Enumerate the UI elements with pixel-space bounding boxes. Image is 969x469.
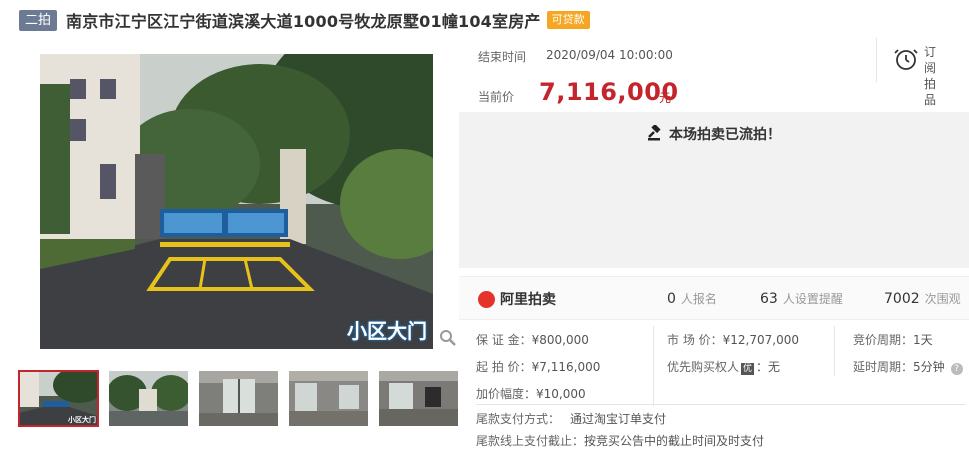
signups-count: 0 <box>667 291 676 307</box>
gate-photo-illustration <box>40 54 433 349</box>
thumbnail-3[interactable] <box>199 371 278 426</box>
start-price-value: ¥7,116,000 <box>531 360 601 374</box>
auction-status: 本场拍卖已流拍！ <box>459 124 969 144</box>
loan-available-badge: 可贷款 <box>546 11 590 29</box>
market-price-value: ¥12,707,000 <box>722 333 799 347</box>
subscribe-button[interactable]: 订阅 拍品 <box>876 38 946 107</box>
delay-cycle-row: 延时周期：5分钟? <box>853 358 963 375</box>
deposit-label: 保 证 金： <box>476 333 532 347</box>
payment-deadline-value: 按竞买公告中的截止时间及时支付 <box>584 434 765 448</box>
gavel-icon <box>648 125 661 141</box>
auction-status-panel: 本场拍卖已流拍！ <box>459 112 969 268</box>
auction-status-text: 本场拍卖已流拍！ <box>669 127 781 143</box>
main-photo[interactable]: 小区大门 <box>40 54 433 349</box>
deposit-value: ¥800,000 <box>531 333 589 347</box>
payment-method-value: 通过淘宝订单支付 <box>570 412 667 426</box>
delay-cycle-label: 延时周期： <box>853 360 914 374</box>
subscribe-label: 订阅 拍品 <box>924 44 946 108</box>
bid-cycle-label: 竞价周期： <box>853 333 914 347</box>
priority-buyer-label: 优先购买权人 <box>667 360 740 374</box>
end-time-value: 2020/09/04 10:00:00 <box>546 48 673 62</box>
reminders-label: 人设置提醒 <box>782 292 843 306</box>
payment-method-label: 尾款支付方式： <box>476 412 561 426</box>
page-title: 南京市江宁区江宁街道滨溪大道1000号牧龙原墅01幢104室房产 <box>66 12 541 31</box>
reminders-stat: 63 人设置提醒 <box>760 290 843 307</box>
signups-label: 人报名 <box>680 292 717 306</box>
bid-cycle-value: 1天 <box>913 333 933 347</box>
deposit-row: 保 证 金：¥800,000 <box>476 331 589 348</box>
column-divider <box>653 326 654 406</box>
views-count: 7002 <box>884 291 920 307</box>
priority-badge: 优 <box>741 363 755 375</box>
priority-buyer-row: 优先购买权人优：无 <box>667 358 780 375</box>
photo-caption: 小区大门 <box>347 319 427 343</box>
ali-auction-logo: 阿里拍卖 <box>478 289 556 309</box>
delay-cycle-value: 5分钟 <box>913 360 945 374</box>
title-row: 二拍 南京市江宁区江宁街道滨溪大道1000号牧龙原墅01幢104室房产 可贷款 <box>19 9 590 31</box>
payment-deadline-row: 尾款线上支付截止：按竞买公告中的截止时间及时支付 <box>476 432 764 449</box>
end-time-label: 结束时间 <box>478 50 527 64</box>
start-price-row: 起 拍 价：¥7,116,000 <box>476 358 600 375</box>
ali-logo-icon <box>478 290 495 308</box>
market-price-row: 市 场 价：¥12,707,000 <box>667 331 799 348</box>
thumbnail-2[interactable] <box>109 371 188 426</box>
row-divider <box>476 404 966 405</box>
views-stat: 7002 次围观 <box>884 290 961 307</box>
column-divider <box>834 326 835 376</box>
help-icon[interactable]: ? <box>950 363 963 375</box>
payment-method-row: 尾款支付方式： 通过淘宝订单支付 <box>476 410 666 427</box>
thumbnail-5[interactable] <box>379 371 458 426</box>
payment-deadline-label: 尾款线上支付截止： <box>476 434 585 448</box>
priority-buyer-value: ：无 <box>756 360 781 374</box>
increment-value: ¥10,000 <box>536 387 586 401</box>
auction-round-badge: 二拍 <box>19 9 58 31</box>
subscribe-line-1: 订阅 <box>924 45 937 75</box>
thumbnail-1[interactable]: 小区大门 <box>18 370 99 427</box>
increment-row: 加价幅度：¥10,000 <box>476 385 586 402</box>
market-price-label: 市 场 价： <box>667 333 723 347</box>
platform-name: 阿里拍卖 <box>500 292 556 308</box>
signups-stat: 0 人报名 <box>667 290 717 307</box>
stats-row: 阿里拍卖 0 人报名 63 人设置提醒 7002 次围观 <box>459 276 969 320</box>
thumbnail-caption: 小区大门 <box>68 416 96 424</box>
thumbnail-strip: 小区大门 <box>18 370 469 427</box>
zoom-icon[interactable] <box>439 329 457 347</box>
subscribe-line-2: 拍品 <box>924 77 937 107</box>
increment-label: 加价幅度： <box>476 387 537 401</box>
alarm-clock-icon <box>894 49 918 70</box>
current-price-label: 当前价 <box>478 90 515 104</box>
bid-cycle-row: 竞价周期：1天 <box>853 331 933 348</box>
thumbnail-4[interactable] <box>289 371 368 426</box>
current-price: 7,116,000 <box>539 78 679 106</box>
reminders-count: 63 <box>760 291 778 307</box>
start-price-label: 起 拍 价： <box>476 360 532 374</box>
views-label: 次围观 <box>924 292 961 306</box>
price-unit: 元 <box>659 91 672 105</box>
